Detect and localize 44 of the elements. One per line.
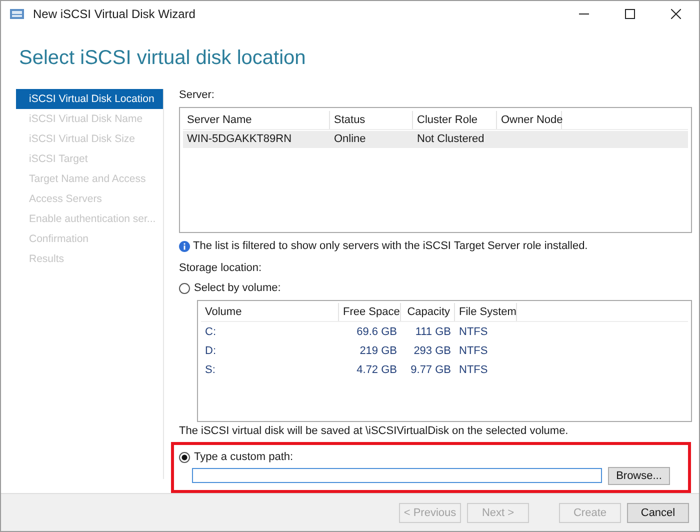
- table-cell-text: 4.72 GB: [356, 363, 398, 378]
- table-cell-text: C:: [204, 325, 217, 340]
- wizard-icon: [9, 6, 25, 22]
- close-icon[interactable]: [671, 9, 681, 19]
- storage-label: Storage location:: [179, 262, 262, 276]
- page-heading: Select iSCSI virtual disk location: [19, 47, 307, 71]
- table-cell-text: NTFS: [458, 363, 489, 378]
- volume-note: The iSCSI virtual disk will be saved at \iSCSIVirtualDisk on the selected volume.: [179, 425, 568, 439]
- column-header[interactable]: Status: [330, 111, 413, 129]
- column-header[interactable]: Server Name: [183, 111, 330, 129]
- info-text: The list is filtered to show only servers with the iSCSI Target Server role installed.: [193, 240, 588, 252]
- browse-button[interactable]: Browse...: [608, 467, 670, 485]
- column-header[interactable]: Owner Node: [497, 111, 562, 129]
- column-header[interactable]: File System: [455, 303, 517, 321]
- custom-path-radio[interactable]: [179, 452, 190, 462]
- sidebar-item[interactable]: iSCSI Virtual Disk Location: [16, 89, 163, 109]
- volume-list[interactable]: Volume Free Space Capacity File System C: 69.6 GB 111 GB NTFS D: 219 GB 293 GB NTFS S: 4.72 GB 9.77 GB NTFS: [197, 300, 692, 422]
- table-cell-text: 219 GB: [358, 344, 398, 359]
- radio-label: Select by volume:: [194, 282, 281, 294]
- table-cell-text: D:: [204, 344, 217, 359]
- table-cell-text: WIN-5DGAKKT89RN: [186, 132, 293, 147]
- server-row[interactable]: WIN-5DGAKKT89RN Online Not Clustered: [183, 131, 688, 148]
- table-cell-text: 111 GB: [414, 325, 452, 340]
- column-header[interactable]: Capacity: [401, 303, 455, 321]
- table-cell-text: Online: [333, 132, 367, 147]
- column-header[interactable]: Free Space: [339, 303, 401, 321]
- table-cell-text: 69.6 GB: [356, 325, 398, 340]
- table-cell-text: NTFS: [458, 325, 489, 340]
- server-label: Server:: [179, 89, 214, 103]
- window-title: New iSCSI Virtual Disk Wizard: [33, 7, 196, 21]
- table-cell-text: 293 GB: [412, 344, 452, 359]
- wizard-button[interactable]: Cancel: [627, 503, 689, 523]
- column-header[interactable]: Volume: [201, 303, 339, 321]
- table-cell-text: 9.77 GB: [410, 363, 452, 378]
- radio-label: Type a custom path:: [194, 451, 294, 463]
- path-field[interactable]: [192, 468, 602, 483]
- server-list[interactable]: Server Name Status Cluster Role Owner Node WIN-5DGAKKT89RN Online Not Clustered: [179, 107, 692, 233]
- volume-radio[interactable]: [179, 282, 190, 294]
- column-header[interactable]: Cluster Role: [413, 111, 497, 129]
- table-cell-text: NTFS: [458, 344, 489, 359]
- table-cell-text: S:: [204, 363, 216, 378]
- maximize-icon[interactable]: [625, 9, 635, 19]
- table-cell-text: Not Clustered: [416, 132, 486, 147]
- info-icon: [179, 240, 190, 252]
